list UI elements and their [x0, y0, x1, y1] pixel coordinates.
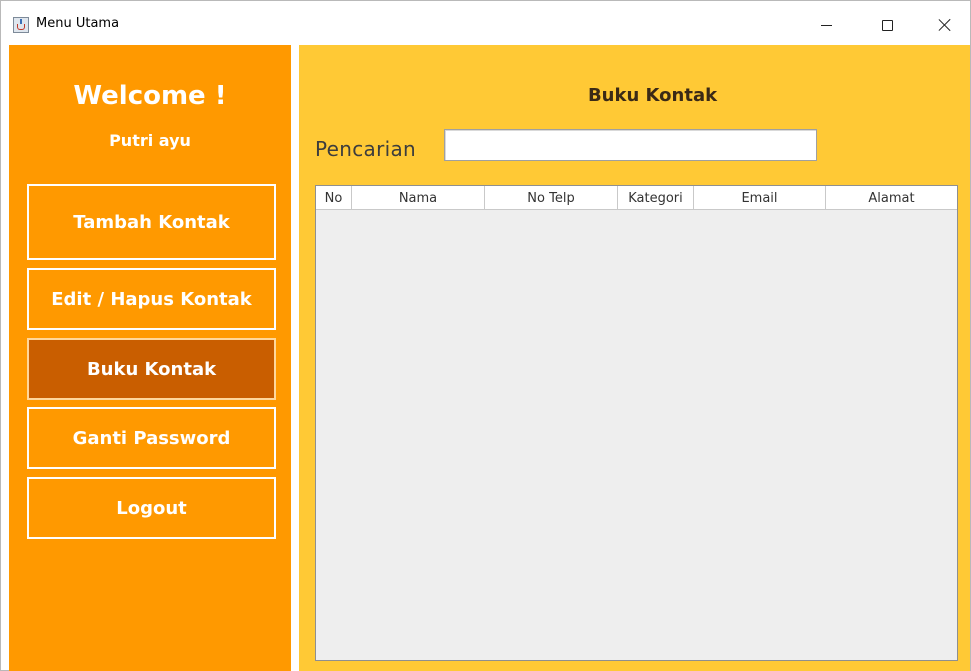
username-label: Putri ayu: [109, 131, 191, 150]
maximize-button[interactable]: [864, 9, 910, 41]
tambah-kontak-button[interactable]: Tambah Kontak: [27, 184, 276, 260]
minimize-icon: [820, 24, 832, 26]
buku-kontak-button[interactable]: Buku Kontak: [27, 338, 276, 400]
column-header-no[interactable]: No: [316, 186, 352, 210]
minimize-button[interactable]: [803, 9, 849, 41]
title-bar[interactable]: Menu Utama: [1, 1, 970, 43]
column-header-alamat[interactable]: Alamat: [826, 186, 957, 210]
maximize-icon: [881, 19, 893, 31]
panel-divider: [291, 45, 299, 671]
java-coffee-icon: [13, 17, 29, 33]
search-input[interactable]: [444, 129, 817, 161]
page-title: Buku Kontak: [587, 85, 718, 106]
column-header-no-telp[interactable]: No Telp: [485, 186, 618, 210]
window-title: Menu Utama: [36, 16, 120, 31]
column-header-kategori[interactable]: Kategori: [618, 186, 694, 210]
main-panel: Buku Kontak Pencarian No Nama No Telp Ka…: [299, 45, 970, 671]
close-icon: [938, 18, 952, 32]
close-button[interactable]: [922, 9, 968, 41]
edit-hapus-kontak-button[interactable]: Edit / Hapus Kontak: [27, 268, 276, 330]
logout-button[interactable]: Logout: [27, 477, 276, 539]
search-label: Pencarian: [315, 137, 416, 161]
contacts-table[interactable]: No Nama No Telp Kategori Email Alamat: [315, 185, 958, 661]
welcome-heading: Welcome !: [73, 81, 227, 111]
app-window: Menu Utama Welcome ! Putri ayu Tambah Ko…: [0, 0, 971, 671]
column-header-email[interactable]: Email: [694, 186, 826, 210]
table-header: No Nama No Telp Kategori Email Alamat: [316, 186, 957, 210]
column-header-nama[interactable]: Nama: [352, 186, 485, 210]
ganti-password-button[interactable]: Ganti Password: [27, 407, 276, 469]
sidebar: Welcome ! Putri ayu Tambah Kontak Edit /…: [9, 45, 291, 671]
